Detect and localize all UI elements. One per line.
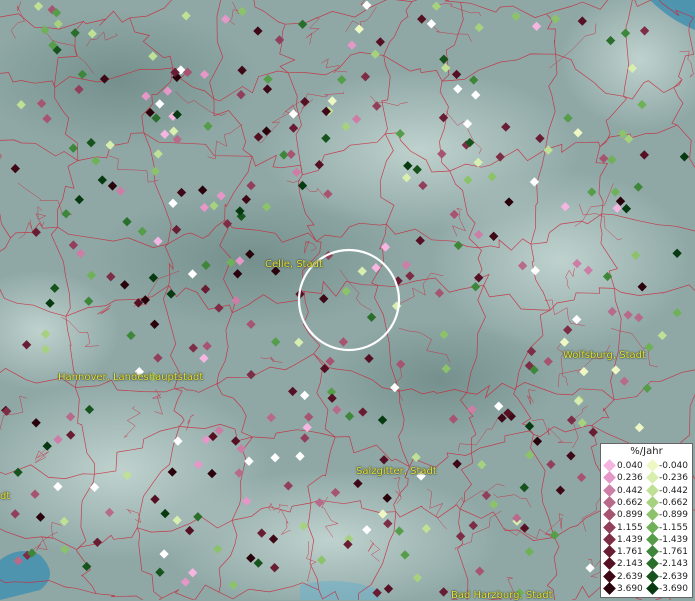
city-label-bad-harzburg: Bad Harzburg, Stadt xyxy=(451,590,553,601)
legend-swatch-negative xyxy=(646,496,659,509)
legend-swatch-negative xyxy=(646,545,659,558)
legend-swatch-negative xyxy=(646,569,659,583)
legend-swatch-positive xyxy=(603,471,616,485)
legend-swatch-positive xyxy=(603,508,616,522)
legend-swatch-positive xyxy=(603,496,616,509)
legend-value-positive: 0.899 xyxy=(617,510,643,521)
legend-value-negative: -0.236 xyxy=(659,473,689,484)
legend-swatch-positive xyxy=(603,532,616,546)
legend-swatch-negative xyxy=(646,471,659,485)
city-label-salzgitter: Salzgitter, Stadt xyxy=(356,466,437,477)
legend-swatch-negative xyxy=(646,508,659,522)
legend-value-positive: 1.155 xyxy=(617,522,643,533)
legend-swatch-negative xyxy=(646,459,659,472)
legend-value-positive: 2.143 xyxy=(617,559,643,570)
legend-value-positive: 2.639 xyxy=(617,571,643,582)
legend-row: 0.662 -0.662 xyxy=(601,496,692,509)
legend-value-negative: -2.143 xyxy=(659,559,689,570)
legend-row: 1.155 -1.155 xyxy=(601,520,692,534)
legend-swatch-negative xyxy=(646,483,659,497)
city-label-edge: dt xyxy=(0,491,11,502)
legend-swatch-positive xyxy=(603,520,616,534)
legend-value-positive: 0.662 xyxy=(617,497,643,508)
legend-value-negative: -1.439 xyxy=(659,534,689,545)
legend-title: %/Jahr xyxy=(630,446,663,457)
legend-swatch-positive xyxy=(603,459,616,472)
legend-swatch-positive xyxy=(603,582,616,595)
legend-swatch-positive xyxy=(603,545,616,558)
legend-value-negative: -2.639 xyxy=(659,571,689,582)
legend-row: 0.442 -0.442 xyxy=(601,483,692,497)
legend-row: 1.761 -1.761 xyxy=(601,545,692,558)
legend-row: 3.690 -3.690 xyxy=(601,582,692,595)
city-label-celle: Celle, Stadt xyxy=(265,259,323,270)
legend-value-negative: -0.662 xyxy=(659,497,689,508)
legend-value-positive: 0.442 xyxy=(617,485,643,496)
legend-swatch-negative xyxy=(646,532,659,546)
legend-row: 1.439 -1.439 xyxy=(601,532,692,546)
map-canvas[interactable] xyxy=(0,0,695,600)
legend: %/Jahr 0.040 -0.040 0.236 -0.236 0.442 -0.442… xyxy=(600,443,693,598)
legend-value-negative: -1.155 xyxy=(659,522,689,533)
legend-value-negative: -3.690 xyxy=(659,584,689,594)
legend-swatch-negative xyxy=(646,520,659,534)
city-label-wolfsburg: Wolfsburg, Stadt xyxy=(563,350,646,361)
legend-swatch-negative xyxy=(646,557,659,571)
legend-value-negative: -0.040 xyxy=(659,461,689,471)
legend-swatch-positive xyxy=(603,557,616,571)
legend-swatch-positive xyxy=(603,569,616,583)
legend-swatch-negative xyxy=(646,582,659,595)
legend-value-positive: 0.236 xyxy=(617,473,643,484)
legend-row: 2.143 -2.143 xyxy=(601,557,692,571)
legend-swatch-positive xyxy=(603,483,616,497)
legend-row: 2.639 -2.639 xyxy=(601,569,692,583)
legend-value-positive: 1.439 xyxy=(617,534,643,545)
legend-value-positive: 1.761 xyxy=(617,547,643,558)
city-label-hannover: Hannover, Landeshauptstadt xyxy=(58,372,204,383)
legend-value-negative: -0.899 xyxy=(659,510,689,521)
legend-row: 0.899 -0.899 xyxy=(601,508,692,522)
legend-value-negative: -1.761 xyxy=(659,547,689,558)
legend-row: 0.236 -0.236 xyxy=(601,471,692,485)
legend-value-negative: -0.442 xyxy=(659,485,689,496)
legend-value-positive: 0.040 xyxy=(617,461,643,471)
legend-row: 0.040 -0.040 xyxy=(601,459,692,472)
legend-value-positive: 3.690 xyxy=(617,584,643,594)
